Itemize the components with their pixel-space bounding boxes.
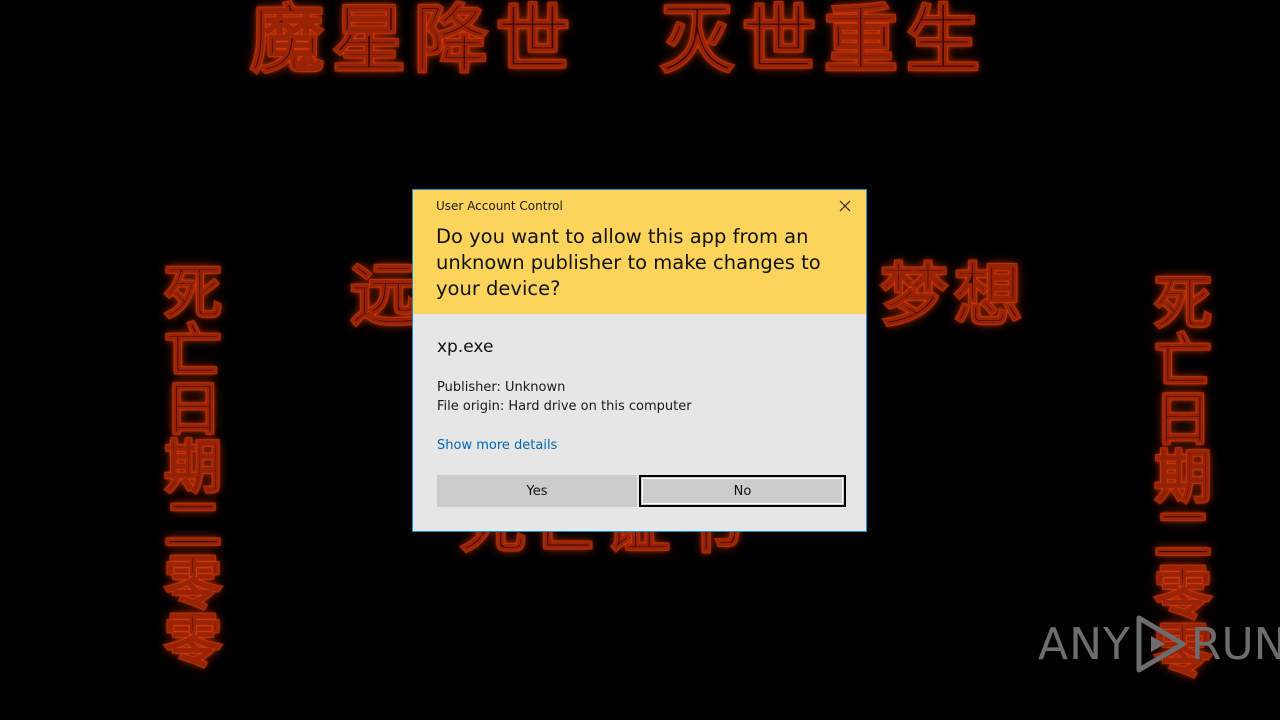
background-left-column: 死亡日期二零零 xyxy=(153,261,223,669)
anyrun-watermark: ANY RUN xyxy=(1038,615,1280,673)
play-triangle-icon xyxy=(1136,615,1186,673)
watermark-text-run: RUN xyxy=(1190,618,1280,670)
uac-dialog: User Account Control Do you want to allo… xyxy=(412,189,867,532)
dialog-title: User Account Control xyxy=(436,199,563,213)
uac-body: xp.exe Publisher: Unknown File origin: H… xyxy=(413,314,866,531)
yes-button[interactable]: Yes xyxy=(437,475,637,507)
app-name: xp.exe xyxy=(437,337,494,357)
show-more-details-link[interactable]: Show more details xyxy=(437,438,557,453)
background-top-text: 魔星降世 灭世重生 xyxy=(249,0,988,84)
uac-question: Do you want to allow this app from an un… xyxy=(436,225,821,300)
watermark-text-any: ANY xyxy=(1038,618,1131,670)
background-mid-right-text: 梦想 xyxy=(879,256,1029,337)
close-icon xyxy=(839,200,851,212)
publisher-text: Publisher: Unknown xyxy=(437,380,566,395)
no-button[interactable]: No xyxy=(639,475,846,507)
file-origin-text: File origin: Hard drive on this computer xyxy=(437,399,692,414)
background-mid-left-text: 远 xyxy=(349,256,419,337)
close-button[interactable] xyxy=(832,196,858,216)
uac-header: User Account Control Do you want to allo… xyxy=(413,190,866,314)
